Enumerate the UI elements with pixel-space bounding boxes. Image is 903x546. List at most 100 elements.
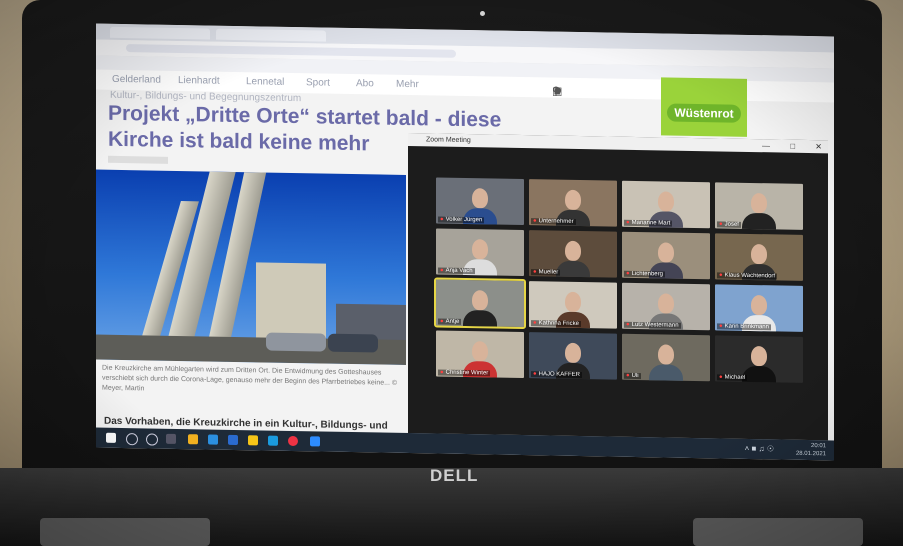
- user-icon[interactable]: ☻: [552, 85, 564, 97]
- participant-tile[interactable]: ● Unternehmer: [529, 179, 617, 227]
- mic-muted-icon: ●: [626, 219, 630, 226]
- participant-name: ● Uli: [624, 372, 641, 380]
- app-icon[interactable]: [248, 435, 258, 446]
- participant-head: [751, 192, 767, 214]
- car: [328, 333, 378, 353]
- article-image[interactable]: [96, 169, 406, 365]
- participant-name-label: Marianne Mart: [631, 219, 671, 227]
- nav-item[interactable]: Lennetal: [246, 76, 284, 88]
- participant-name-label: Josef: [724, 221, 739, 228]
- participant-tile[interactable]: ● Uli: [622, 333, 710, 382]
- laptop-screen: Gelderland Lienhardt Lennetal Sport Abo …: [96, 23, 834, 461]
- participant-head: [565, 291, 581, 313]
- participant-name: ● Christine Winter: [438, 369, 491, 377]
- close-icon[interactable]: ✕: [815, 142, 822, 151]
- url-field[interactable]: [126, 44, 456, 58]
- mic-muted-icon: ●: [533, 269, 537, 276]
- participant-name: ● Volker Jürgen: [438, 216, 485, 224]
- participant-name-label: Klaus Wachtendorf: [724, 272, 776, 280]
- search-icon[interactable]: [126, 433, 138, 446]
- participant-name-label: Lutz Westermann: [631, 321, 679, 329]
- image-caption: Die Kreuzkirche am Mühlegarten wird zum …: [102, 364, 398, 393]
- participant-name-label: Antje: [445, 318, 460, 325]
- mic-muted-icon: ●: [533, 320, 537, 327]
- gallery-grid: ● Volker Jürgen ● Unternehmer ● Marianne Mart…: [434, 177, 808, 423]
- ad-banner[interactable]: Wüstenrot: [661, 77, 747, 137]
- task-view-icon[interactable]: [166, 433, 176, 444]
- participant-name-label: Christine Winter: [445, 369, 489, 377]
- zoom-icon[interactable]: [310, 436, 320, 447]
- participant-head: [751, 243, 767, 265]
- participant-tile[interactable]: ● Michael: [715, 335, 803, 383]
- chrome-icon[interactable]: [288, 435, 298, 447]
- participant-name: ● HAJO KAFFER: [531, 371, 582, 379]
- participant-name: ● Michael: [717, 374, 748, 381]
- participant-tile[interactable]: ● Kathrina Fricke: [529, 281, 617, 329]
- nav-item[interactable]: Lienhardt: [178, 75, 220, 87]
- participant-name-label: Lichtenberg: [631, 270, 663, 278]
- mic-muted-icon: ●: [533, 371, 537, 378]
- mic-muted-icon: ●: [719, 272, 723, 279]
- participant-name: ● Marianne Mart: [624, 219, 673, 227]
- participant-name-label: Kathrina Fricke: [538, 320, 579, 327]
- mic-muted-icon: ●: [440, 267, 444, 274]
- participant-head: [658, 293, 674, 314]
- participant-tile[interactable]: ● Klaus Wachtendorf: [715, 233, 803, 281]
- file-explorer-icon[interactable]: [188, 434, 198, 445]
- participant-head: [751, 345, 767, 367]
- browser-tab[interactable]: [216, 28, 326, 42]
- app-icon[interactable]: [208, 434, 218, 445]
- church-building: [256, 262, 326, 344]
- nav-item[interactable]: Mehr: [396, 79, 419, 90]
- participant-tile[interactable]: ● Christine Winter: [436, 330, 524, 379]
- participant-head: [472, 341, 488, 362]
- participant-tile[interactable]: ● Volker Jürgen: [436, 177, 524, 226]
- participant-tile[interactable]: ● Mueller: [529, 230, 617, 278]
- participant-tile[interactable]: ● HAJO KAFFER: [529, 332, 617, 380]
- webcam: [480, 11, 485, 16]
- participant-name-label: Unternehmer: [538, 218, 574, 225]
- mic-muted-icon: ●: [626, 270, 630, 277]
- minimize-icon[interactable]: —: [762, 141, 770, 150]
- nav-item[interactable]: Sport: [306, 77, 330, 88]
- word-icon[interactable]: [228, 434, 238, 446]
- participant-name: ● Antje: [438, 318, 462, 325]
- participant-name: ● Josef: [717, 221, 741, 228]
- participant-head: [565, 240, 581, 262]
- nav-item[interactable]: Abo: [356, 78, 374, 89]
- participant-name-label: HAJO KAFFER: [538, 371, 580, 379]
- clock-date: 28.01.2021: [795, 450, 826, 458]
- participant-head: [472, 188, 488, 209]
- browser-tab[interactable]: [110, 26, 210, 40]
- participant-tile[interactable]: ● Josef: [715, 182, 803, 230]
- participant-tile[interactable]: ● Lutz Westermann: [622, 282, 710, 331]
- participant-tile[interactable]: ● Karin Brinkmann: [715, 284, 803, 332]
- participant-head: [565, 342, 581, 364]
- windows-start-icon[interactable]: [106, 432, 116, 443]
- maximize-icon[interactable]: □: [790, 142, 795, 151]
- car: [266, 332, 326, 352]
- participant-tile[interactable]: ● Marianne Mart: [622, 180, 710, 229]
- participant-name: ● Unternehmer: [531, 218, 576, 225]
- participant-tile[interactable]: ● Lichtenberg: [622, 231, 710, 280]
- clock[interactable]: 20:01 28.01.2021: [796, 442, 826, 459]
- cortana-icon[interactable]: [146, 433, 158, 446]
- mic-muted-icon: ●: [719, 374, 723, 381]
- app-icon[interactable]: [268, 435, 278, 446]
- mic-muted-icon: ●: [440, 369, 444, 376]
- zoom-title-bar: Zoom Meeting — □ ✕: [408, 133, 828, 154]
- participant-head: [751, 294, 767, 316]
- participant-tile[interactable]: ● Anja Vach: [436, 228, 524, 277]
- mic-muted-icon: ●: [440, 318, 444, 325]
- nav-item[interactable]: Gelderland: [112, 74, 161, 86]
- participant-head: [658, 344, 674, 365]
- laptop-foot: [693, 518, 863, 546]
- mic-muted-icon: ●: [440, 216, 444, 223]
- participant-head: [472, 290, 488, 311]
- participant-head: [658, 242, 674, 263]
- participant-name-label: Karin Brinkmann: [724, 323, 769, 331]
- participant-tile[interactable]: ● Antje: [434, 277, 526, 330]
- system-tray-icons[interactable]: ˄ ■ ♫ ☉: [745, 444, 774, 454]
- participant-body: [742, 212, 776, 230]
- participant-name: ● Lutz Westermann: [624, 321, 681, 329]
